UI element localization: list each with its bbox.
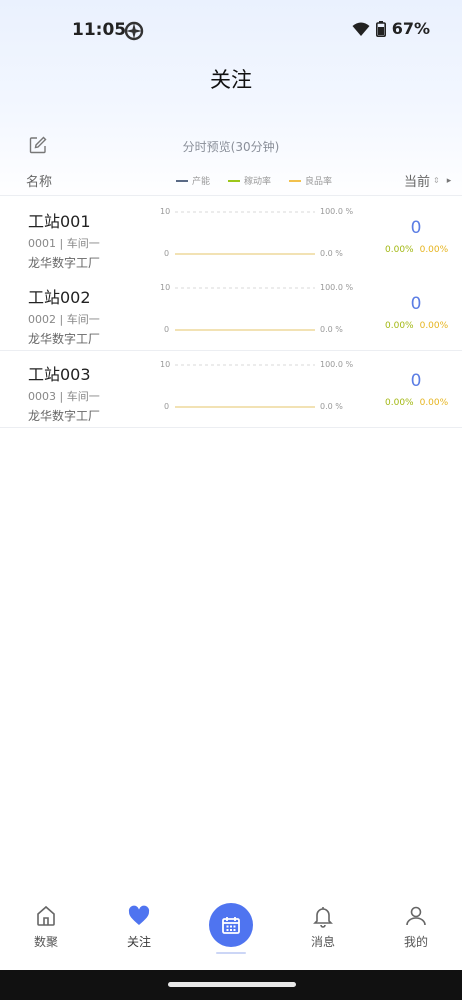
wifi-icon [352, 22, 370, 36]
y-max-label: 10 [160, 360, 170, 369]
legend-label: 良品率 [305, 177, 333, 187]
pct-min-label: 0.0 % [320, 402, 343, 411]
tab-messages[interactable]: 消息 [288, 904, 358, 954]
station-code: 0001 | 车间一 [28, 237, 100, 250]
pct-min-label: 0.0 % [320, 325, 343, 334]
column-name-label: 名称 [26, 175, 53, 190]
station-rates: 0.00% 0.00% [385, 245, 455, 255]
center-calendar-button[interactable] [209, 903, 253, 947]
bell-icon [313, 907, 333, 928]
utilization-rate: 0.00% [385, 321, 414, 331]
legend-swatch [176, 179, 188, 182]
station-row[interactable]: 工站002 0002 | 车间一 龙华数字工厂 10 100.0 % 0 0.0… [0, 274, 462, 351]
legend-item-yield: 良品率 [289, 174, 332, 187]
station-code: 0002 | 车间一 [28, 313, 100, 326]
pct-min-label: 0.0 % [320, 249, 343, 258]
station-row[interactable]: 工站003 0003 | 车间一 龙华数字工厂 10 100.0 % 0 0.0… [0, 351, 462, 428]
expand-right-icon[interactable]: ▸ [447, 176, 452, 186]
station-mini-chart: 10 100.0 % 0 0.0 % [160, 207, 353, 258]
station-factory: 龙华数字工厂 [28, 256, 101, 270]
tab-mine[interactable]: 我的 [381, 904, 451, 954]
yield-rate: 0.00% [419, 398, 449, 408]
column-current-sort[interactable]: 当前 ⇕ ▸ [404, 171, 451, 190]
station-factory: 龙华数字工厂 [28, 332, 101, 346]
legend-item-capacity: 产能 [176, 174, 210, 187]
legend-label: 稼动率 [244, 177, 272, 187]
legend-swatch [228, 179, 241, 182]
utilization-rate: 0.00% [385, 245, 414, 255]
bottom-tab-bar: 数聚 关注 消息 我的 [0, 892, 462, 970]
station-code: 0003 | 车间一 [28, 390, 100, 403]
yield-rate: 0.00% [419, 245, 449, 255]
station-current-value: 0 [410, 371, 422, 391]
tab-shuju[interactable]: 数聚 [11, 904, 81, 954]
station-mini-chart: 10 100.0 % 0 0.0 % [160, 360, 353, 411]
station-factory: 龙华数字工厂 [28, 409, 101, 423]
station-rates: 0.00% 0.00% [385, 398, 455, 408]
tab-follow[interactable]: 关注 [104, 904, 174, 954]
station-name: 工站001 [28, 212, 91, 231]
sort-icon[interactable]: ⇕ [433, 176, 440, 185]
station-mini-chart: 10 100.0 % 0 0.0 % [160, 283, 353, 334]
battery-percent: 67% [391, 19, 430, 38]
gesture-handle[interactable] [168, 982, 296, 987]
battery-icon [375, 20, 386, 37]
tab-label: 关注 [126, 935, 151, 949]
column-current-label: 当前 [404, 175, 431, 190]
pct-max-label: 100.0 % [320, 207, 353, 216]
heart-icon [128, 905, 150, 925]
chart-caption: 分时预览(30分钟) [182, 140, 280, 154]
tab-label: 我的 [403, 935, 428, 949]
column-header: 名称 产能 稼动率 良品率 当前 ⇕ ▸ [0, 166, 462, 196]
status-bar: 11:05 67% [0, 0, 462, 60]
user-icon [406, 906, 426, 926]
chart-legend: 产能 稼动率 良品率 [176, 174, 332, 187]
status-right: 67% [352, 19, 430, 38]
center-tab-indicator [216, 952, 246, 954]
pct-max-label: 100.0 % [320, 283, 353, 292]
status-time: 11:05 [72, 20, 127, 40]
legend-label: 产能 [192, 177, 211, 187]
y-min-label: 0 [164, 402, 169, 411]
app-notification-icon [124, 21, 144, 41]
station-current-value: 0 [410, 294, 422, 314]
station-current-value: 0 [410, 218, 422, 238]
pct-max-label: 100.0 % [320, 360, 353, 369]
tab-label: 消息 [310, 935, 335, 949]
system-gesture-bar [0, 970, 462, 1000]
legend-item-utilization: 稼动率 [228, 174, 271, 187]
station-name: 工站003 [28, 365, 91, 384]
legend-swatch [289, 179, 302, 182]
y-max-label: 10 [160, 283, 170, 292]
page-title: 关注 [210, 68, 252, 92]
y-min-label: 0 [164, 325, 169, 334]
yield-rate: 0.00% [419, 321, 449, 331]
y-min-label: 0 [164, 249, 169, 258]
home-icon [37, 905, 55, 926]
y-max-label: 10 [160, 207, 170, 216]
station-name: 工站002 [28, 288, 91, 307]
station-row[interactable]: 工站001 0001 | 车间一 龙华数字工厂 10 100.0 % 0 0.0… [0, 198, 462, 275]
utilization-rate: 0.00% [385, 398, 414, 408]
station-rates: 0.00% 0.00% [385, 321, 455, 331]
calendar-icon [222, 917, 240, 934]
tab-label: 数聚 [33, 935, 58, 949]
